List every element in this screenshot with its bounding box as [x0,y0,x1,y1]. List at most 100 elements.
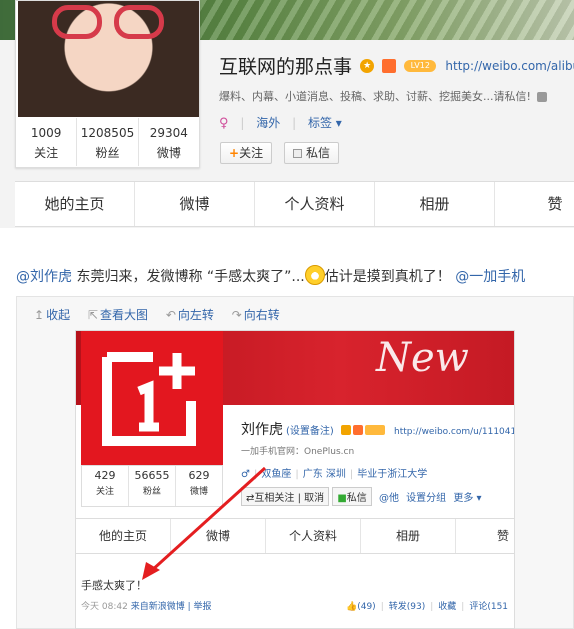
tab-profile[interactable]: 个人资料 [255,182,375,226]
embedded-tags: ♂ | 双鱼座 | 广东 深圳 | 毕业于浙江大学 [241,469,428,480]
stat-following-count: 1009 [30,126,62,140]
weibo-page: 1009 关注 1208505 粉丝 29304 微博 互联网的那点事 ★ LV12 … [0,0,574,629]
profile-tags: ♀ | 海外 | 标签 ▾ [219,116,342,131]
edit-icon[interactable] [536,92,547,102]
embedded-tab-weibo[interactable]: 微博 [171,519,266,553]
stat-followers[interactable]: 1208505 粉丝 [77,118,139,166]
tags-dropdown[interactable]: 标签 ▾ [308,116,342,130]
tab-album[interactable]: 相册 [375,182,495,226]
embedded-stat-posts-label: 微博 [189,487,208,497]
embedded-fav-button[interactable]: 收藏 [438,602,456,612]
embedded-tab-album[interactable]: 相册 [361,519,456,553]
member-icon[interactable] [382,58,397,73]
embedded-member-icon [352,425,363,435]
embedded-mutual-label: 互相关注 | 取消 [254,493,325,504]
embedded-post-actions: 👍(49) | 转发(93) | 收藏 | 评论(151 [346,602,509,612]
embedded-tag-school[interactable]: 毕业于浙江大学 [357,469,427,480]
embedded-mutual-follow-button[interactable]: ⇄互相关注 | 取消 [241,487,330,506]
embedded-stat-followers-count: 56655 [134,469,170,482]
profile-url[interactable]: http://weibo.com/alibubuy [445,59,574,73]
embedded-report-link[interactable]: 举报 [193,602,211,612]
laugh-emoji-icon [304,265,325,285]
follow-button[interactable]: +关注 [220,142,273,164]
embedded-set-note[interactable]: (设置备注) [286,426,334,437]
embedded-nav: 他的主页 微博 个人资料 相册 赞 [76,518,514,554]
avatar[interactable] [18,1,199,117]
embedded-stat-following-count: 429 [94,469,116,482]
oneplus-logo-icon [102,352,196,446]
embedded-tab-profile[interactable]: 个人资料 [266,519,361,553]
rotate-left-button[interactable]: ↶ 向左转 [166,308,214,322]
profile-stats: 1009 关注 1208505 粉丝 29304 微博 [16,118,199,166]
enlarge-icon: ⇱ [87,308,98,322]
embedded-tab-home[interactable]: 他的主页 [76,519,171,553]
embedded-message-button[interactable]: ■私信 [332,487,372,506]
collapse-button[interactable]: ↥ 收起 [34,308,70,322]
embedded-tab-likes[interactable]: 赞 [456,519,514,553]
embedded-post-source[interactable]: 来自新浪微博 [131,602,185,612]
embedded-stat-posts[interactable]: 629 微博 [176,466,222,506]
stat-followers-count: 1208505 [80,126,135,140]
embedded-screenshot[interactable]: New 429 关注 56655 粉丝 629 微博 刘作虎 (设置备注) http:/… [75,330,515,629]
collapse-label: 收起 [46,308,71,322]
avatar-glasses [52,1,170,41]
embedded-post-time[interactable]: 今天 08:42 [81,602,128,612]
tab-likes[interactable]: 赞 [495,182,574,226]
plus-icon: + [229,146,240,160]
oneplus-logo [81,331,223,465]
embedded-comment-button[interactable]: 评论(151 [469,602,508,612]
message-button-label: 私信 [306,146,331,160]
embedded-tag-location[interactable]: 广东 深圳 [303,469,346,480]
embedded-stat-followers-label: 粉丝 [142,487,161,497]
post-text-b: 估计是摸到真机了！ [324,269,451,285]
stat-posts-label: 微博 [156,146,181,160]
stat-following-label: 关注 [34,146,59,160]
stat-posts[interactable]: 29304 微博 [139,118,199,166]
embedded-at-link[interactable]: @他 [379,493,399,504]
stat-posts-count: 29304 [149,126,188,140]
stat-following[interactable]: 1009 关注 [16,118,78,166]
message-icon [293,149,302,158]
mention-link[interactable]: @刘作虎 [16,269,72,285]
embedded-message-label: 私信 [346,493,367,504]
cover-pattern [200,0,574,40]
profile-name-row: 互联网的那点事 ★ LV12 http://weibo.com/alibubuy [219,52,574,79]
embedded-tag-zodiac[interactable]: 双鱼座 [261,469,291,480]
level-badge[interactable]: LV12 [404,59,437,72]
embedded-more-link[interactable]: 更多 ▾ [453,493,481,504]
profile-name: 互联网的那点事 [219,56,353,78]
embedded-stat-followers[interactable]: 56655 粉丝 [129,466,176,506]
embedded-male-icon: ♂ [241,469,250,480]
verified-icon[interactable]: ★ [360,58,375,73]
rotate-right-button[interactable]: ↷ 向右转 [232,308,280,322]
embedded-forward-button[interactable]: 转发(93) [389,602,425,612]
embedded-stat-following[interactable]: 429 关注 [82,466,129,506]
location-link[interactable]: 海外 [256,116,280,130]
embedded-like-count: (49) [357,602,376,612]
embedded-group-link[interactable]: 设置分组 [406,493,446,504]
view-large-button[interactable]: ⇱ 查看大图 [88,308,148,322]
tab-home[interactable]: 她的主页 [15,182,135,226]
embedded-message-icon: ■ [337,493,347,504]
embedded-bio: 一加手机官网：OnePlus.cn [241,447,355,457]
follow-button-label: 关注 [239,146,264,160]
embedded-profile-stats: 429 关注 56655 粉丝 629 微博 [81,465,223,507]
collapse-icon: ↥ [34,308,45,322]
embedded-name-row: 刘作虎 (设置备注) http://weibo.com/u/111041 [241,419,514,439]
profile-nav: 她的主页 微博 个人资料 相册 赞 [15,181,574,227]
rotate-left-label: 向左转 [177,308,214,322]
rotate-right-label: 向右转 [243,308,280,322]
post-text-a: 东莞归来，发微博称 “手感太爽了”... [72,269,305,285]
embedded-url[interactable]: http://weibo.com/u/111041 [394,427,514,437]
mention-link-oneplus[interactable]: @一加手机 [455,269,525,285]
embedded-stat-following-label: 关注 [95,487,114,497]
embedded-like-button[interactable]: 👍(49) [346,602,376,612]
profile-card: 1009 关注 1208505 粉丝 29304 微博 [15,0,200,168]
tab-weibo[interactable]: 微博 [135,182,255,226]
view-large-label: 查看大图 [99,308,148,322]
embedded-stat-posts-count: 629 [188,469,210,482]
profile-bio: 爆料、内幕、小道消息、投稿、求助、讨薪、挖掘美女...请私信! [219,88,547,104]
message-button[interactable]: 私信 [284,142,340,164]
profile-bio-text: 爆料、内幕、小道消息、投稿、求助、讨薪、挖掘美女...请私信! [219,90,531,103]
media-toolbar: ↥ 收起 ⇱ 查看大图 ↶ 向左转 ↷ 向右转 [34,306,294,323]
